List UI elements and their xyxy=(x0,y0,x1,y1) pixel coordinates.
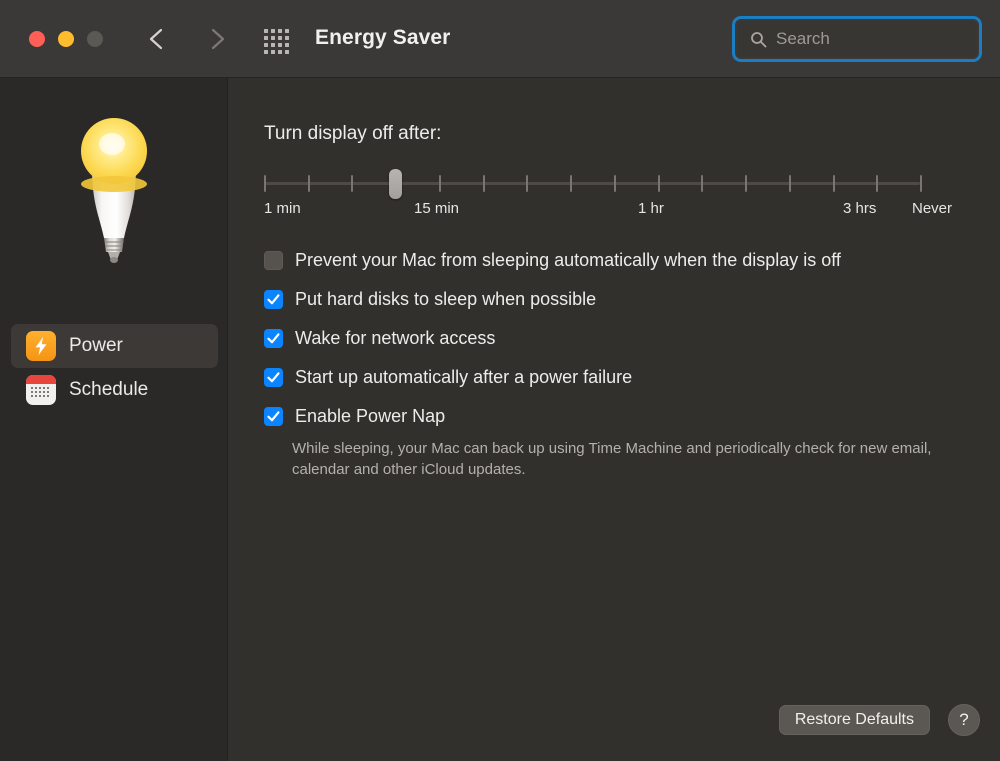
slider-thumb[interactable] xyxy=(389,169,403,199)
checkbox-checked[interactable] xyxy=(264,407,283,426)
checkbox-row[interactable]: Put hard disks to sleep when possible xyxy=(264,280,984,319)
zoom-button xyxy=(87,31,103,47)
lightbulb-icon xyxy=(64,106,164,276)
checkbox-row[interactable]: Prevent your Mac from sleeping automatic… xyxy=(264,241,984,280)
slider-tick xyxy=(570,175,573,192)
close-button[interactable] xyxy=(29,31,45,47)
slider-tick xyxy=(657,175,660,192)
display-sleep-slider[interactable] xyxy=(264,163,922,203)
slider-tick xyxy=(832,175,835,192)
checkbox-label: Put hard disks to sleep when possible xyxy=(295,289,597,309)
checkbox-list: Prevent your Mac from sleeping automatic… xyxy=(264,241,984,480)
slider-tick xyxy=(613,175,616,192)
content-pane: Turn display off after: 1 min 15 min 1 hr 3… xyxy=(229,78,1000,761)
slider-tick xyxy=(876,175,879,192)
sidebar: Power Schedule xyxy=(0,78,228,761)
slider-label: 3 hrs xyxy=(843,200,877,217)
search-field-container[interactable] xyxy=(732,16,982,62)
navigation-arrows xyxy=(142,24,232,54)
checkbox-checked[interactable] xyxy=(264,329,283,348)
power-nap-help-text: While sleeping, your Mac can back up usi… xyxy=(292,440,932,478)
section-title: Turn display off after: xyxy=(264,123,442,144)
search-input[interactable] xyxy=(776,29,956,49)
sidebar-item-label: Power xyxy=(69,335,123,356)
slider-tick xyxy=(745,175,748,192)
sidebar-list: Power Schedule xyxy=(11,324,218,412)
checkbox-row[interactable]: Start up automatically after a power fai… xyxy=(264,358,984,397)
slider-tick xyxy=(482,175,485,192)
slider-label: 15 min xyxy=(414,200,460,217)
checkbox-row[interactable]: Wake for network access xyxy=(264,319,984,358)
checkbox-label: Start up automatically after a power fai… xyxy=(295,367,633,387)
title-bar: Energy Saver xyxy=(0,0,1000,78)
checkbox-label: Wake for network access xyxy=(295,328,496,348)
slider-label: 1 min xyxy=(264,200,301,217)
power-bolt-icon xyxy=(26,331,56,361)
slider-tick-labels: 1 min 15 min 1 hr 3 hrs Never xyxy=(229,200,1000,222)
sidebar-item-schedule[interactable]: Schedule xyxy=(11,368,218,412)
show-all-grid-icon[interactable] xyxy=(264,29,294,54)
checkbox-label: Enable Power Nap xyxy=(295,406,446,426)
forward-arrow-icon xyxy=(202,24,232,54)
checkbox-unchecked[interactable] xyxy=(264,251,283,270)
checkbox-row[interactable]: Enable Power Nap xyxy=(264,397,984,436)
checkbox-checked[interactable] xyxy=(264,290,283,309)
sidebar-item-label: Schedule xyxy=(69,379,149,400)
slider-tick xyxy=(920,175,922,192)
slider-label: Never xyxy=(912,200,953,217)
restore-defaults-button[interactable]: Restore Defaults xyxy=(778,705,930,735)
checkbox-label: Prevent your Mac from sleeping automatic… xyxy=(295,250,841,270)
page-title: Energy Saver xyxy=(315,26,451,49)
slider-tick xyxy=(788,175,791,192)
checkbox-checked[interactable] xyxy=(264,368,283,387)
slider-tick xyxy=(438,175,441,192)
energy-saver-window: Energy Saver Search Power Schedule Turn … xyxy=(0,0,1000,761)
sidebar-item-power[interactable]: Power xyxy=(11,324,218,368)
slider-track[interactable] xyxy=(264,182,920,185)
slider-tick xyxy=(264,175,266,192)
minimize-button[interactable] xyxy=(58,31,74,47)
slider-tick xyxy=(307,175,310,192)
slider-label: 1 hr xyxy=(638,200,664,217)
search-icon xyxy=(750,31,767,48)
traffic-lights xyxy=(29,31,103,47)
calendar-icon xyxy=(26,375,56,405)
back-arrow-icon[interactable] xyxy=(142,24,172,54)
help-button[interactable]: ? xyxy=(948,704,980,736)
